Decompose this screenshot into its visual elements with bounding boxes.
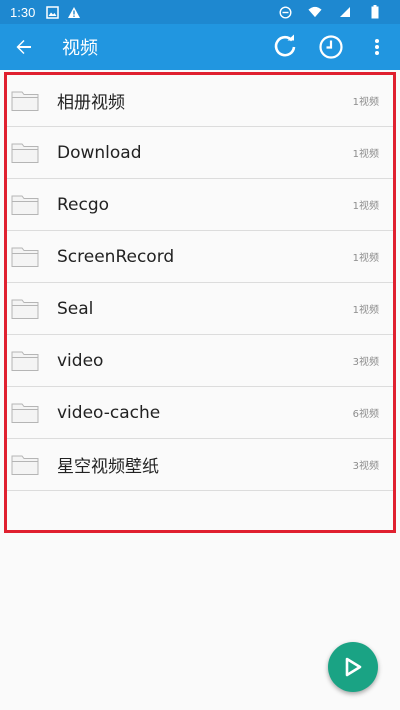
folder-name: 相册视频 [57,93,125,113]
folder-icon [11,351,39,371]
folder-icon [11,403,39,423]
folder-count: 6视频 [352,409,379,420]
folder-icon [11,195,39,215]
folder-count: 1视频 [352,201,379,212]
folder-row[interactable]: Seal 1视频 [7,283,393,335]
folder-icon [11,455,39,475]
refresh-icon [274,34,296,57]
status-time: 1:30 [10,4,36,20]
folder-row[interactable]: video 3视频 [7,335,393,387]
play-fab-button[interactable] [328,642,378,692]
warning-icon [67,5,81,19]
folder-icon [11,299,39,319]
folder-count: 1视频 [352,149,379,160]
folder-row[interactable]: 星空视频壁纸 3视频 [7,439,393,491]
play-icon [345,657,362,677]
wifi-icon [308,5,322,19]
folder-icon [11,91,39,111]
more-vert-icon [375,39,379,55]
folder-count: 1视频 [352,253,379,264]
signal-icon [338,5,352,19]
folder-name: video [57,350,104,371]
refresh-button[interactable] [262,24,308,70]
app-bar: 视频 [0,24,400,70]
folder-name: 星空视频壁纸 [57,457,159,477]
folder-count: 1视频 [352,97,379,108]
arrow-back-icon [16,40,31,54]
more-options-button[interactable] [354,24,400,70]
folder-name: video-cache [57,402,161,423]
clock-icon [319,35,343,59]
folder-count: 3视频 [352,461,379,472]
folder-row[interactable]: video-cache 6视频 [7,387,393,439]
folder-row[interactable]: Download 1视频 [7,127,393,179]
folder-count: 3视频 [352,357,379,368]
back-button[interactable] [0,24,48,70]
folder-name: Seal [57,298,94,319]
folder-list: 相册视频 1视频 Download 1视频 Recgo 1视频 ScreenRe… [4,72,396,533]
folder-icon [11,247,39,267]
history-button[interactable] [308,24,354,70]
folder-row[interactable]: Recgo 1视频 [7,179,393,231]
folder-name: ScreenRecord [57,246,175,267]
folder-row[interactable]: ScreenRecord 1视频 [7,231,393,283]
image-icon [45,5,59,19]
page-title: 视频 [62,38,98,59]
folder-icon [11,143,39,163]
folder-row[interactable]: 相册视频 1视频 [7,75,393,127]
folder-count: 1视频 [352,305,379,316]
folder-name: Download [57,142,142,163]
folder-name: Recgo [57,194,110,215]
battery-icon [368,5,382,19]
status-bar: 1:30 [0,0,400,24]
do-not-disturb-icon [278,5,292,19]
